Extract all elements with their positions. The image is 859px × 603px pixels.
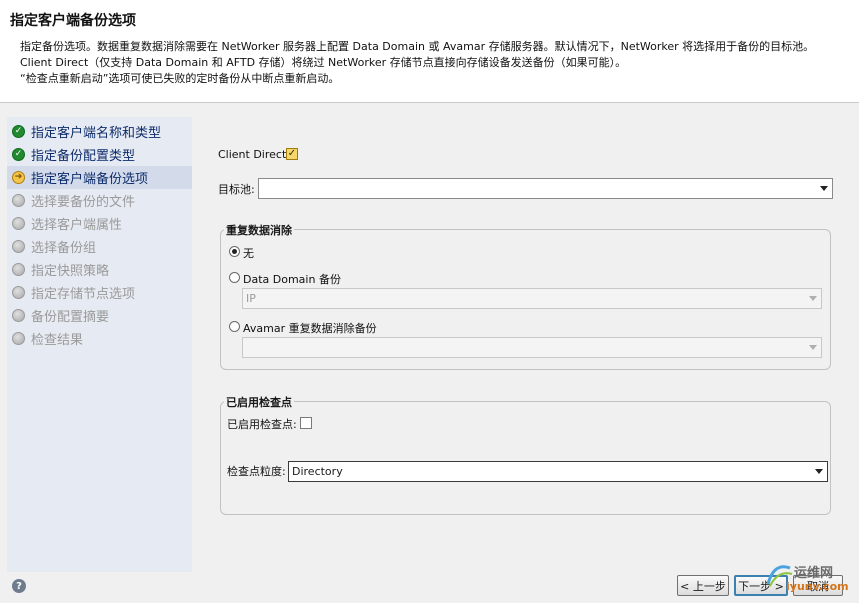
wizard-step-client-properties: 选择客户端属性: [7, 212, 192, 235]
wizard-step-label: 指定客户端备份选项: [31, 172, 149, 187]
watermark-text: 运维网: [794, 566, 834, 581]
wizard-step-label: 检查结果: [31, 333, 84, 348]
pending-step-icon: [12, 217, 25, 230]
checkpoint-enabled-label: 已启用检查点:: [227, 418, 297, 431]
description-line: “检查点重新启动”选项可使已失败的定时备份从中断点重新启动。: [20, 72, 340, 85]
check-icon: ✓: [12, 148, 25, 161]
help-icon[interactable]: ?: [12, 579, 26, 593]
chevron-down-icon: [809, 345, 817, 350]
wizard-step-label: 备份配置摘要: [31, 310, 110, 325]
wizard-step-check-results: 检查结果: [7, 327, 192, 350]
wizard-step-backup-config-type[interactable]: ✓ 指定备份配置类型: [7, 143, 192, 166]
wizard-step-label: 选择客户端属性: [31, 218, 123, 233]
dedup-none-label: 无: [243, 247, 254, 260]
dedup-none-radio[interactable]: [229, 246, 240, 257]
wizard-step-storage-node: 指定存储节点选项: [7, 281, 192, 304]
wizard-steps-nav: ✓ 指定客户端名称和类型 ✓ 指定备份配置类型 ➔ 指定客户端备份选项 选择要备…: [7, 117, 192, 572]
client-direct-label: Client Direct:: [218, 148, 290, 161]
description-line: 指定备份选项。数据重复数据消除需要在 NetWorker 服务器上配置 Data…: [20, 40, 815, 53]
target-pool-select[interactable]: [258, 178, 833, 199]
target-pool-label: 目标池:: [218, 183, 255, 196]
checkpoint-enabled-checkbox[interactable]: [300, 417, 312, 429]
pending-step-icon: [12, 309, 25, 322]
client-direct-checkbox[interactable]: ✓: [286, 148, 298, 160]
page-description: 指定备份选项。数据重复数据消除需要在 NetWorker 服务器上配置 Data…: [20, 39, 850, 87]
chevron-down-icon: [809, 296, 817, 301]
wizard-step-client-name-type[interactable]: ✓ 指定客户端名称和类型: [7, 120, 192, 143]
watermark-subtext: iyunv.com: [786, 580, 849, 593]
checkpoint-group-title: 已启用检查点: [224, 394, 294, 410]
dedup-data-domain-radio[interactable]: [229, 272, 240, 283]
data-domain-value: IP: [246, 292, 256, 305]
wizard-step-client-backup-options[interactable]: ➔ 指定客户端备份选项: [7, 166, 192, 189]
page-title: 指定客户端备份选项: [10, 13, 136, 29]
back-button[interactable]: < 上一步: [677, 575, 729, 596]
wizard-step-select-files: 选择要备份的文件: [7, 189, 192, 212]
data-domain-select[interactable]: IP: [242, 288, 822, 309]
dedup-data-domain-label: Data Domain 备份: [243, 273, 341, 286]
pending-step-icon: [12, 332, 25, 345]
backup-options-form: Client Direct: ✓ 目标池: 重复数据消除 无 Data Doma…: [192, 117, 852, 572]
current-step-arrow-icon: ➔: [12, 171, 25, 184]
checkpoint-granularity-value: Directory: [292, 465, 343, 478]
checkpoint-granularity-select[interactable]: Directory: [288, 461, 828, 482]
wizard-step-snapshot-policy: 指定快照策略: [7, 258, 192, 281]
dedup-avamar-radio[interactable]: [229, 321, 240, 332]
chevron-down-icon: [815, 469, 823, 474]
dedup-avamar-label: Avamar 重复数据消除备份: [243, 322, 377, 335]
pending-step-icon: [12, 194, 25, 207]
watermark-logo: 运维网 iyunv.com: [766, 560, 859, 603]
wizard-step-label: 指定存储节点选项: [31, 287, 136, 302]
avamar-select[interactable]: [242, 337, 822, 358]
wizard-step-label: 选择备份组: [31, 241, 97, 256]
wizard-step-label: 指定客户端名称和类型: [31, 126, 162, 141]
wizard-step-backup-group: 选择备份组: [7, 235, 192, 258]
chevron-down-icon: [820, 186, 828, 191]
description-line: Client Direct（仅支持 Data Domain 和 AFTD 存储）…: [20, 56, 627, 69]
page-header: 指定客户端备份选项 指定备份选项。数据重复数据消除需要在 NetWorker 服…: [0, 0, 859, 103]
checkpoint-granularity-label: 检查点粒度:: [227, 465, 286, 478]
wizard-step-label: 选择要备份的文件: [31, 195, 136, 210]
pending-step-icon: [12, 263, 25, 276]
dedup-group-title: 重复数据消除: [224, 222, 294, 238]
wizard-step-label: 指定快照策略: [31, 264, 110, 279]
wizard-step-summary: 备份配置摘要: [7, 304, 192, 327]
check-icon: ✓: [12, 125, 25, 138]
pending-step-icon: [12, 240, 25, 253]
pending-step-icon: [12, 286, 25, 299]
wizard-step-label: 指定备份配置类型: [31, 149, 136, 164]
